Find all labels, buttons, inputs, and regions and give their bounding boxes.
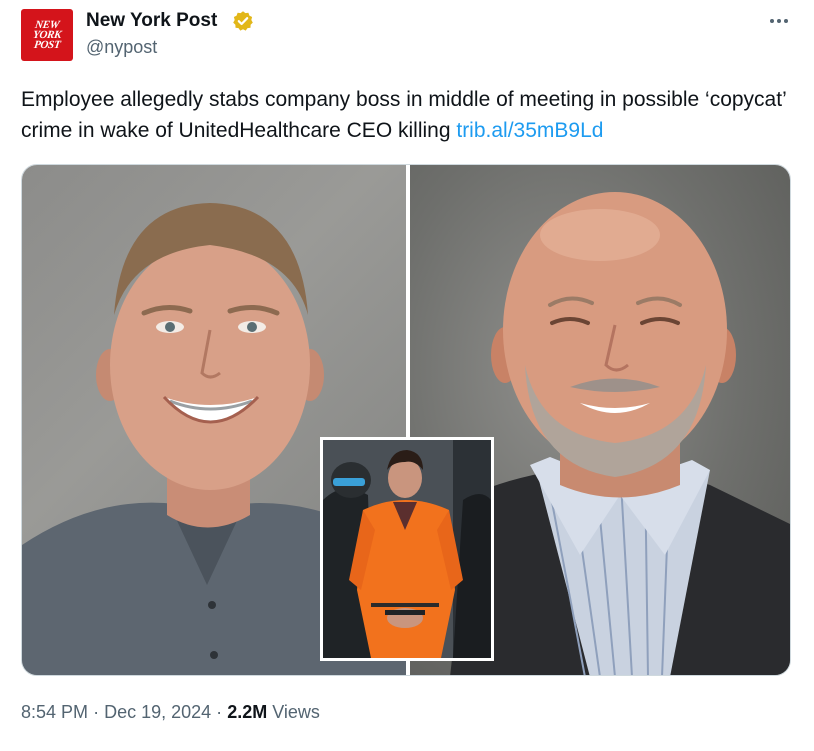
tweet-time[interactable]: 8:54 PM [21, 702, 88, 722]
inset-photo [320, 437, 494, 661]
views-label: Views [272, 702, 320, 722]
handle[interactable]: @nypost [86, 37, 157, 58]
logo-line-3: POST [33, 39, 61, 51]
meta-separator: · [93, 702, 100, 722]
meta-separator-2: · [216, 702, 223, 722]
display-name[interactable]: New York Post [86, 10, 217, 32]
verified-badge-icon [233, 11, 253, 31]
inset-perp-walk-illustration [323, 440, 491, 658]
avatar[interactable]: NEW YORK POST [21, 9, 73, 61]
tweet-media[interactable] [21, 164, 791, 676]
tweet-date[interactable]: Dec 19, 2024 [104, 702, 211, 722]
tweet-link[interactable]: trib.al/35mB9Ld [456, 119, 603, 142]
views-count[interactable]: 2.2M [227, 702, 267, 722]
tweet-body: Employee allegedly stabs company boss in… [21, 88, 786, 142]
tweet-text: Employee allegedly stabs company boss in… [21, 84, 801, 146]
tweet-meta: 8:54 PM · Dec 19, 2024 · 2.2M Views [21, 702, 320, 723]
more-options-icon[interactable] [766, 10, 792, 32]
